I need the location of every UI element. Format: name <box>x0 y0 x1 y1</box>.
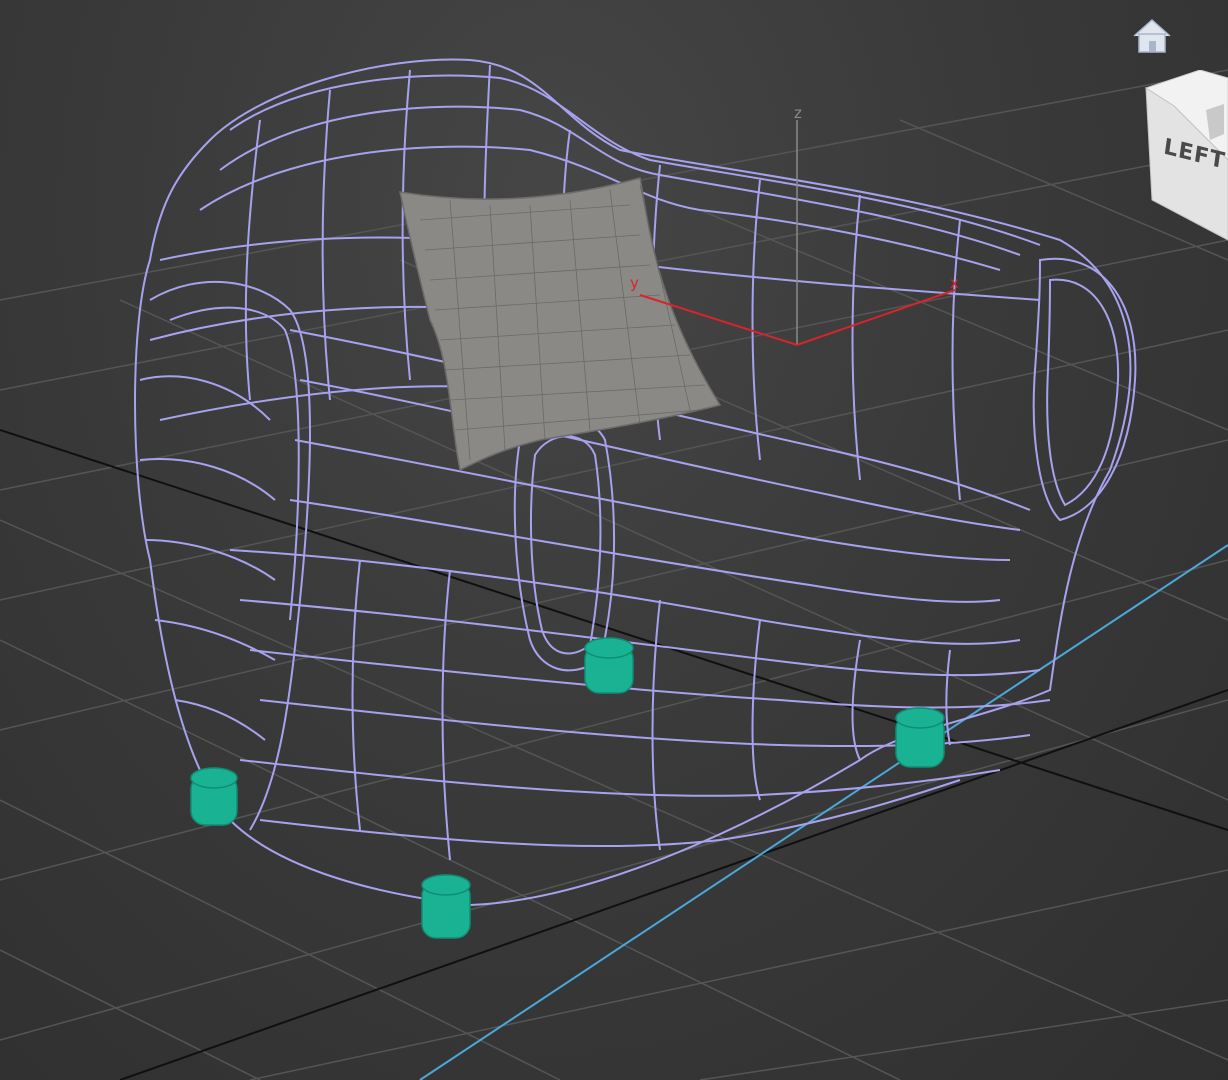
leg[interactable] <box>421 874 471 939</box>
scene-canvas[interactable]: z y x <box>0 0 1228 1080</box>
transform-gizmo[interactable] <box>639 120 956 347</box>
leg[interactable] <box>895 707 945 768</box>
perspective-viewport[interactable]: z y x LEFT <box>0 0 1228 1080</box>
gizmo-y-label: y <box>630 274 639 292</box>
world-axis-y <box>119 689 1228 1080</box>
leg[interactable] <box>584 637 634 694</box>
leg[interactable] <box>190 767 238 826</box>
gizmo-x-label: x <box>950 274 959 292</box>
gizmo-z-label: z <box>794 104 802 122</box>
cushion[interactable] <box>399 177 722 472</box>
home-icon[interactable] <box>1130 14 1174 58</box>
